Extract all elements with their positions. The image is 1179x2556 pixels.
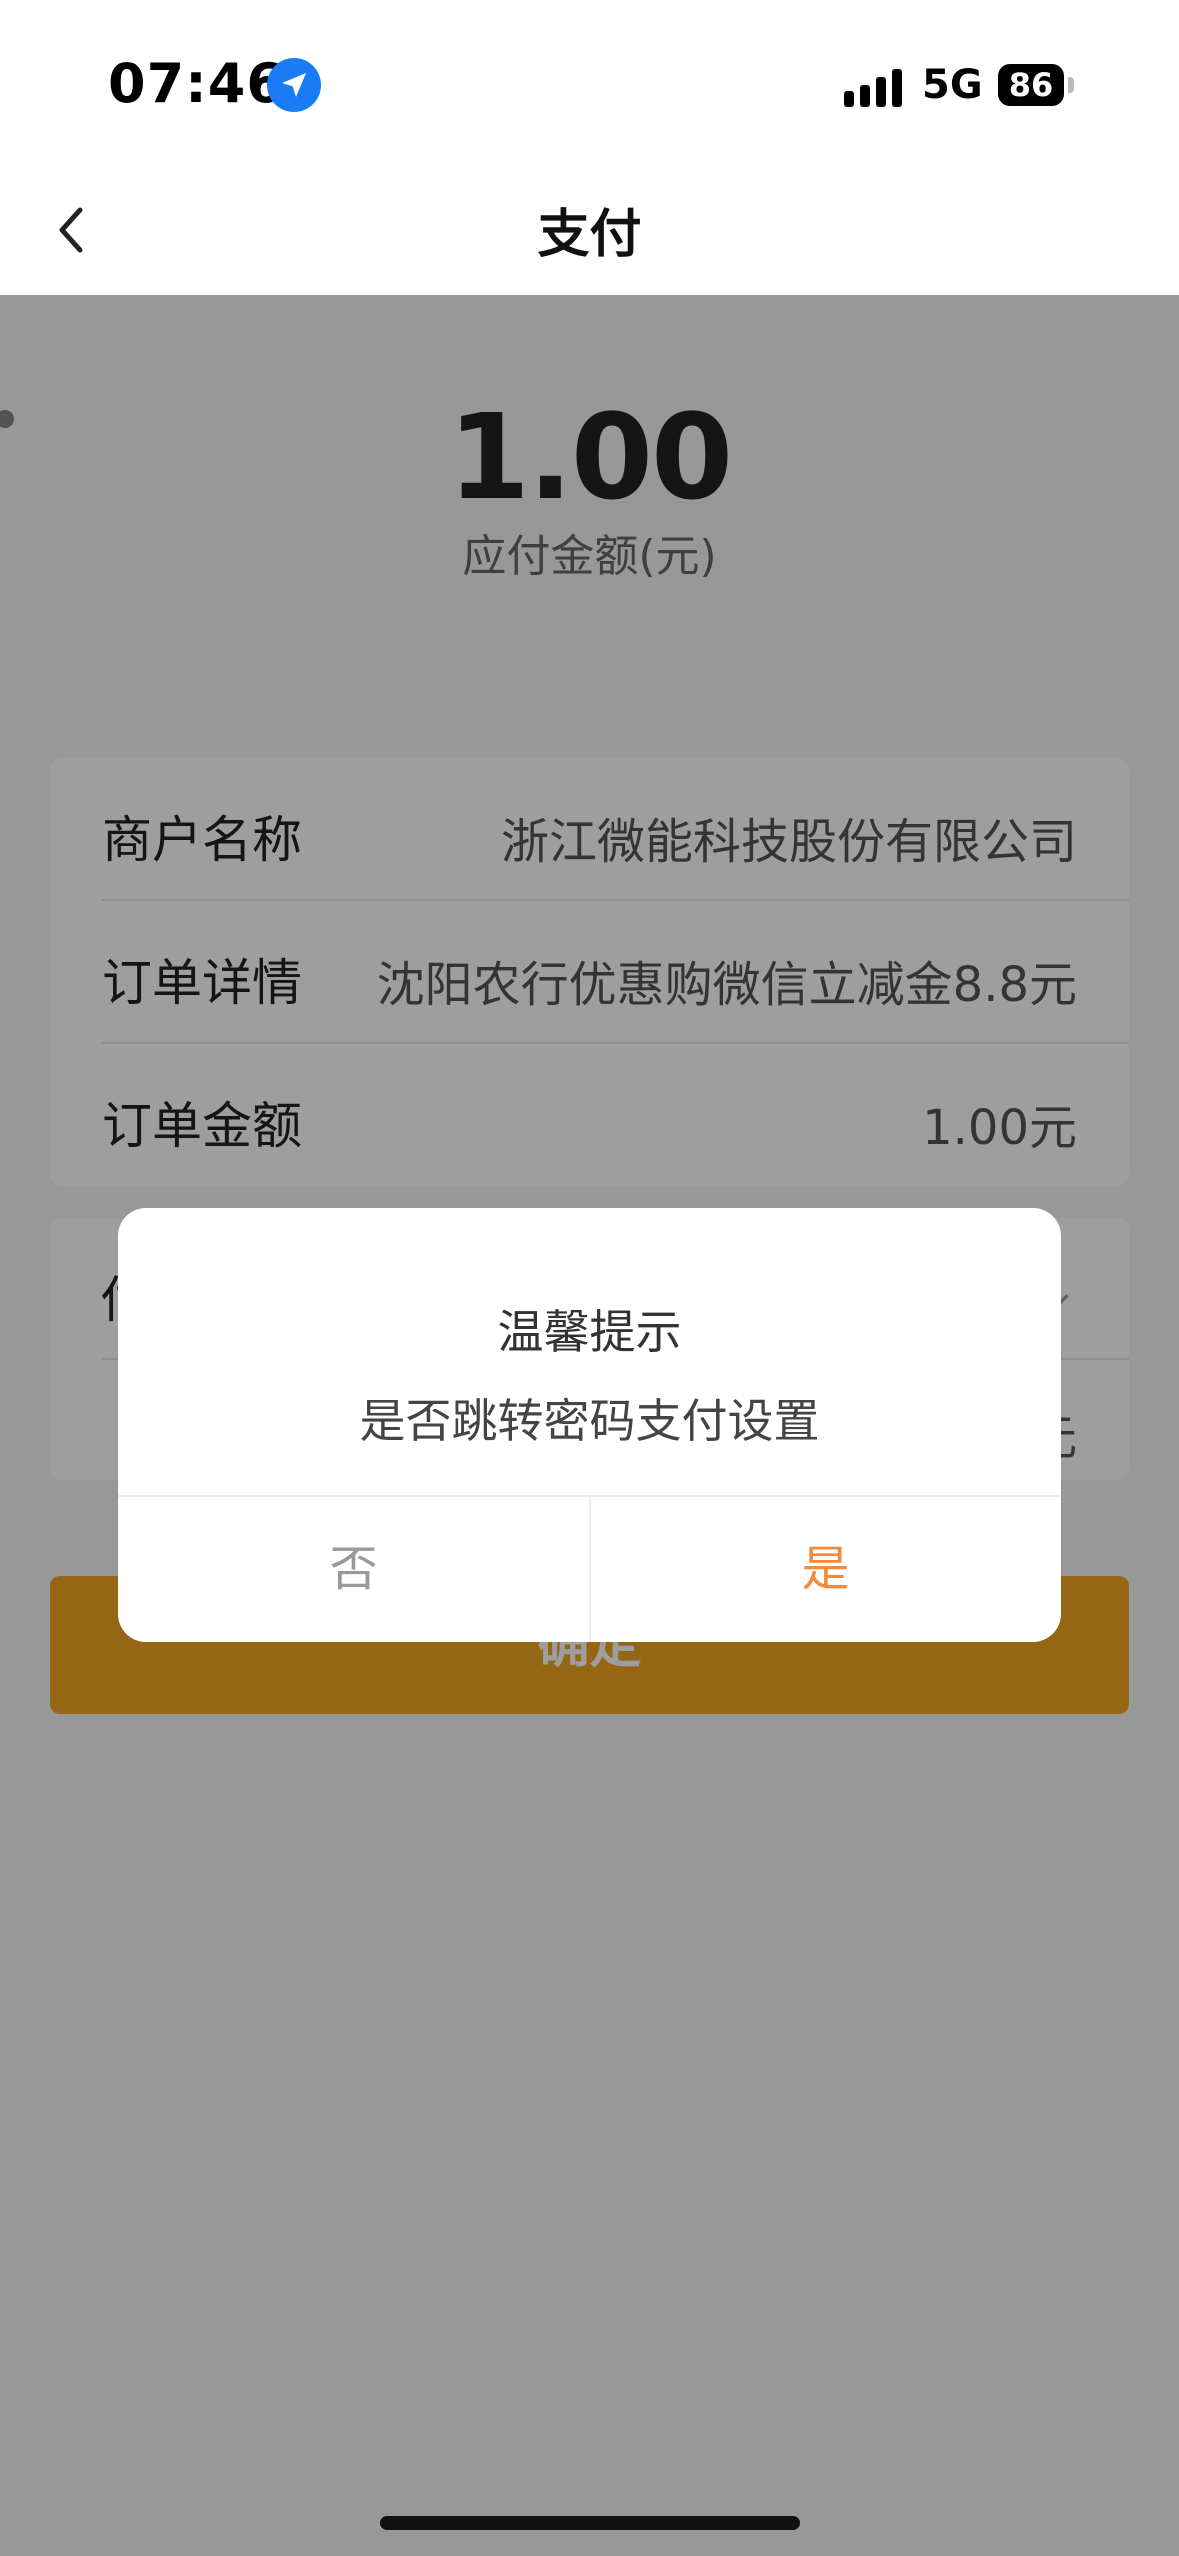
- dialog-no-button[interactable]: 否: [118, 1497, 589, 1642]
- nav-bar: 支付: [0, 170, 1179, 295]
- cellular-signal-icon: [844, 67, 906, 107]
- home-indicator: [380, 2516, 800, 2530]
- dialog-message: 是否跳转密码支付设置: [359, 1394, 820, 1448]
- status-bar: 07:46 5G 86: [0, 0, 1179, 170]
- confirm-dialog: 温馨提示 是否跳转密码支付设置 否 是: [118, 1208, 1061, 1642]
- battery-cap: [1068, 77, 1074, 93]
- battery-icon: 86: [998, 64, 1064, 106]
- location-arrow-icon: [267, 58, 321, 112]
- network-type: 5G: [922, 62, 983, 108]
- page-title: 支付: [537, 205, 642, 265]
- status-time: 07:46: [108, 52, 285, 115]
- dialog-title: 温馨提示: [497, 1305, 682, 1359]
- battery-level: 86: [1008, 66, 1054, 104]
- dialog-yes-button[interactable]: 是: [590, 1497, 1061, 1642]
